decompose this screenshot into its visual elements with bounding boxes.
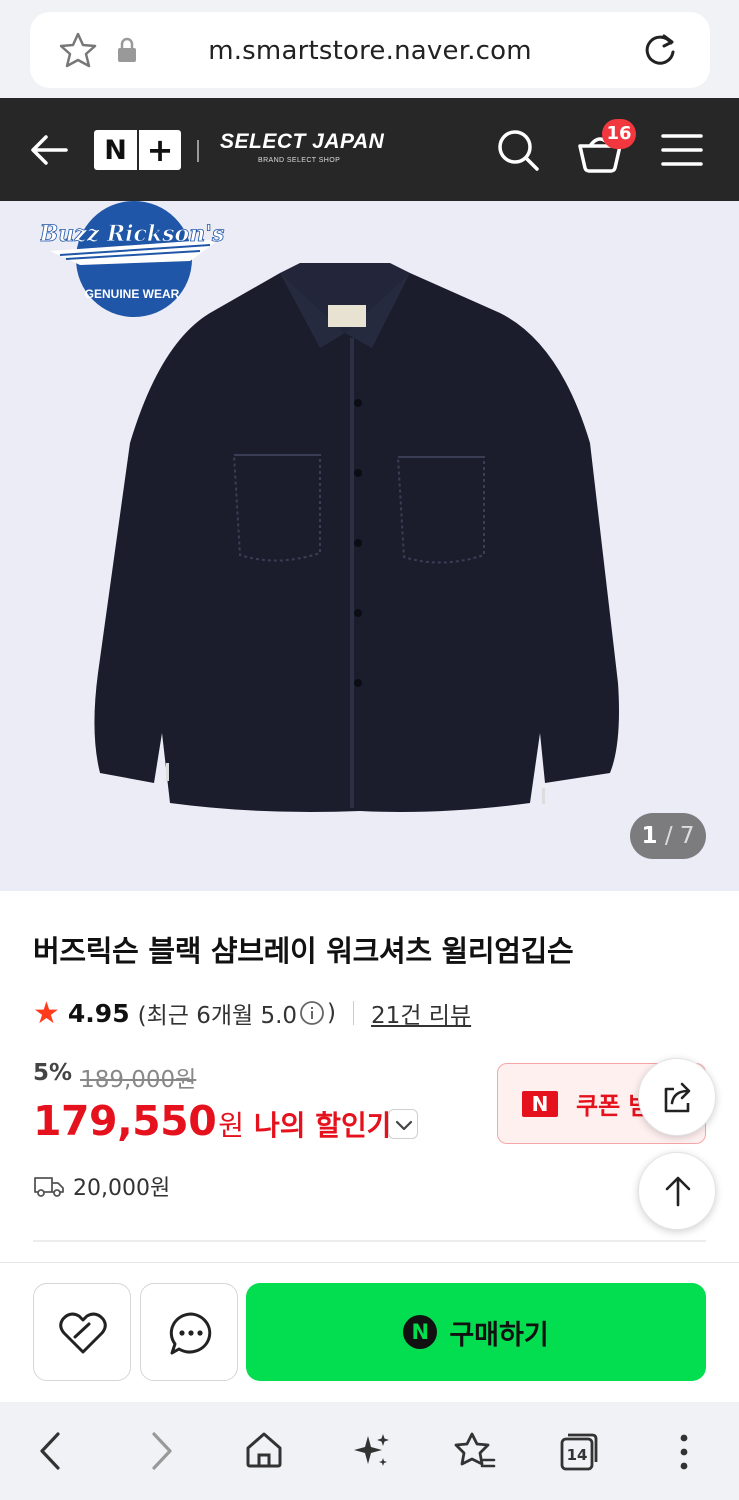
browser-back-icon[interactable] <box>36 1430 66 1472</box>
share-icon <box>664 1082 691 1113</box>
browser-nav-bar: 14 <box>0 1402 739 1500</box>
share-button[interactable] <box>638 1058 716 1136</box>
image-index: 1 <box>641 823 658 849</box>
cart-count-badge: 16 <box>602 119 636 149</box>
naver-plus-logo[interactable]: N + <box>94 130 181 170</box>
info-icon[interactable] <box>299 1000 325 1026</box>
browser-address-bar: m.smartstore.naver.com <box>0 0 739 98</box>
search-icon[interactable] <box>494 126 542 174</box>
logo-plus: + <box>146 131 174 169</box>
shipping-fee: 20,000원 <box>73 1176 171 1201</box>
rating-divider <box>353 1001 355 1025</box>
heart-icon <box>59 1312 107 1354</box>
wishlist-button[interactable] <box>33 1283 131 1381</box>
image-sep: / <box>664 823 673 849</box>
product-image-carousel[interactable]: Buzz Rickson's GENUINE WEAR 1 / 7 <box>0 201 739 891</box>
logo-divider <box>197 140 199 162</box>
price-row: 179,550 원 나의 할인가 <box>33 1097 393 1145</box>
coupon-n-badge: N <box>522 1091 558 1117</box>
product-title: 버즈릭슨 블랙 샴브레이 워크셔츠 윌리엄깁슨 <box>33 934 574 968</box>
my-discount-label[interactable]: 나의 할인가 <box>254 1104 393 1144</box>
product-shirt-photo <box>94 263 619 812</box>
tabs-button[interactable]: 14 <box>558 1432 600 1472</box>
image-counter: 1 / 7 <box>630 813 706 859</box>
store-tagline: BRAND SELECT SHOP <box>258 157 341 164</box>
logo-n: N <box>104 134 127 166</box>
chevron-down-icon <box>395 1120 413 1131</box>
rating-score: 4.95 <box>67 998 130 1028</box>
rating-row: ★ 4.95 (최근 6개월 5.0 ) 21건 리뷰 <box>33 995 471 1031</box>
discount-row: 5% 189,000원 <box>33 1060 196 1094</box>
buy-label: 구매하기 <box>449 1319 549 1351</box>
svg-text:Buzz Rickson's: Buzz Rickson's <box>40 221 224 247</box>
discount-expand-button[interactable] <box>388 1109 418 1139</box>
section-divider <box>33 1240 706 1242</box>
store-name[interactable]: SELECT JAPAN <box>220 130 384 154</box>
chat-bubble-icon <box>169 1312 212 1355</box>
naver-pay-icon: N <box>403 1315 438 1349</box>
buy-button[interactable]: N 구매하기 <box>246 1283 706 1381</box>
reload-icon[interactable] <box>640 30 680 70</box>
url-text: m.smartstore.naver.com <box>208 36 532 66</box>
review-link[interactable]: 21건 리뷰 <box>371 996 471 1030</box>
rating-recent-close: ) <box>327 1000 337 1026</box>
more-options-icon[interactable] <box>676 1432 692 1472</box>
url-field[interactable]: m.smartstore.naver.com <box>30 12 710 88</box>
hamburger-menu-icon[interactable] <box>660 132 704 168</box>
sale-price: 179,550 <box>33 1097 217 1145</box>
bookmarks-icon[interactable] <box>452 1430 496 1472</box>
purchase-action-bar: N 구매하기 <box>0 1262 739 1402</box>
star-icon: ★ <box>33 995 60 1031</box>
delivery-truck-icon <box>34 1177 64 1197</box>
tab-count: 14 <box>566 1446 588 1464</box>
arrow-up-icon <box>665 1176 691 1207</box>
home-icon[interactable] <box>244 1430 284 1470</box>
discount-percent: 5% <box>33 1060 73 1086</box>
scroll-top-button[interactable] <box>638 1152 716 1230</box>
browser-forward-icon[interactable] <box>146 1430 176 1472</box>
sparkle-ai-icon[interactable] <box>350 1430 392 1472</box>
shipping-row: 20,000원 <box>33 1170 170 1202</box>
talk-chat-button[interactable] <box>140 1283 238 1381</box>
currency-unit: 원 <box>218 1109 245 1142</box>
back-arrow-icon[interactable] <box>28 132 70 168</box>
original-price: 189,000원 <box>80 1067 197 1093</box>
image-total: 7 <box>679 823 695 849</box>
rating-recent: (최근 6개월 5.0 <box>137 1003 298 1029</box>
